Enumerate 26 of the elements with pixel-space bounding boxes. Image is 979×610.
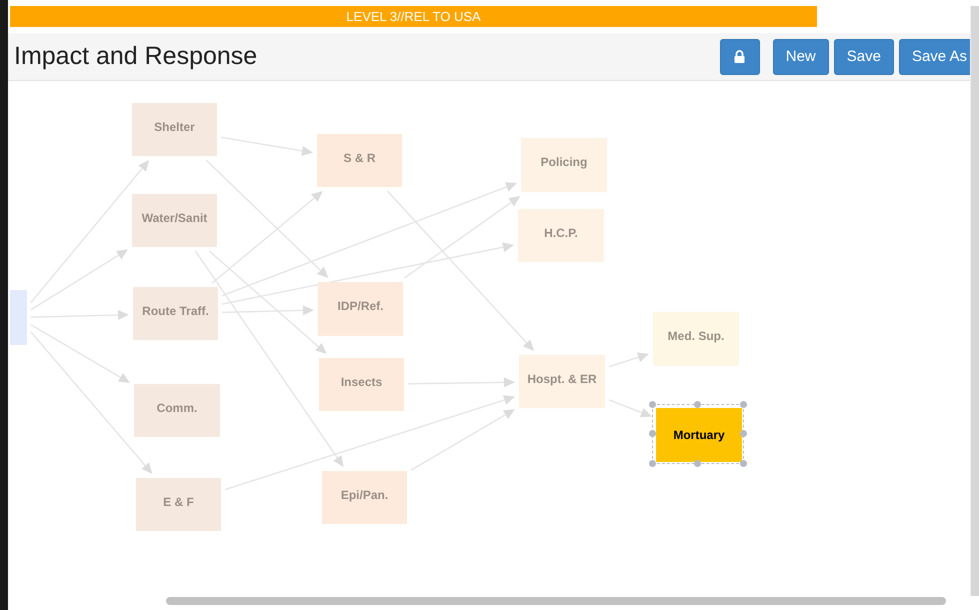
diagram-node[interactable]: Shelter bbox=[132, 103, 217, 156]
diagram-node[interactable]: Water/Sanit bbox=[132, 194, 217, 247]
page-title: Impact and Response bbox=[14, 42, 258, 71]
horizontal-scrollbar[interactable] bbox=[166, 597, 946, 605]
toolbar-button[interactable]: Save bbox=[834, 38, 894, 74]
diagram-node[interactable]: Mortuary bbox=[656, 408, 742, 462]
lock-button[interactable] bbox=[720, 38, 760, 74]
diagram-node[interactable]: Policing bbox=[521, 138, 607, 192]
diagram-node[interactable]: Epi/Pan. bbox=[322, 471, 407, 524]
toolbar-button[interactable]: New bbox=[772, 38, 829, 74]
diagram-node[interactable]: Hospt. & ER bbox=[519, 355, 605, 408]
connector-arrow bbox=[608, 399, 652, 418]
vertical-scrollbar[interactable] bbox=[970, 6, 979, 596]
diagram-node[interactable]: H.C.P. bbox=[518, 209, 604, 262]
diagram-node[interactable]: Insects bbox=[319, 358, 404, 411]
toolbar-button[interactable]: Save As bbox=[898, 38, 970, 74]
connector-arrow bbox=[608, 352, 649, 368]
diagram-node[interactable]: IDP/Ref. bbox=[318, 282, 403, 336]
diagram-node[interactable] bbox=[10, 290, 27, 345]
diagram-node[interactable]: E & F bbox=[136, 478, 221, 531]
diagram-node[interactable]: Route Traff. bbox=[133, 287, 218, 340]
classification-banner: LEVEL 3//REL TO USA bbox=[10, 6, 817, 27]
lock-icon bbox=[734, 50, 746, 63]
diagram-node[interactable]: Med. Sup. bbox=[653, 312, 739, 366]
diagram-node[interactable]: S & R bbox=[317, 134, 402, 187]
diagram-node[interactable]: Comm. bbox=[134, 384, 220, 437]
